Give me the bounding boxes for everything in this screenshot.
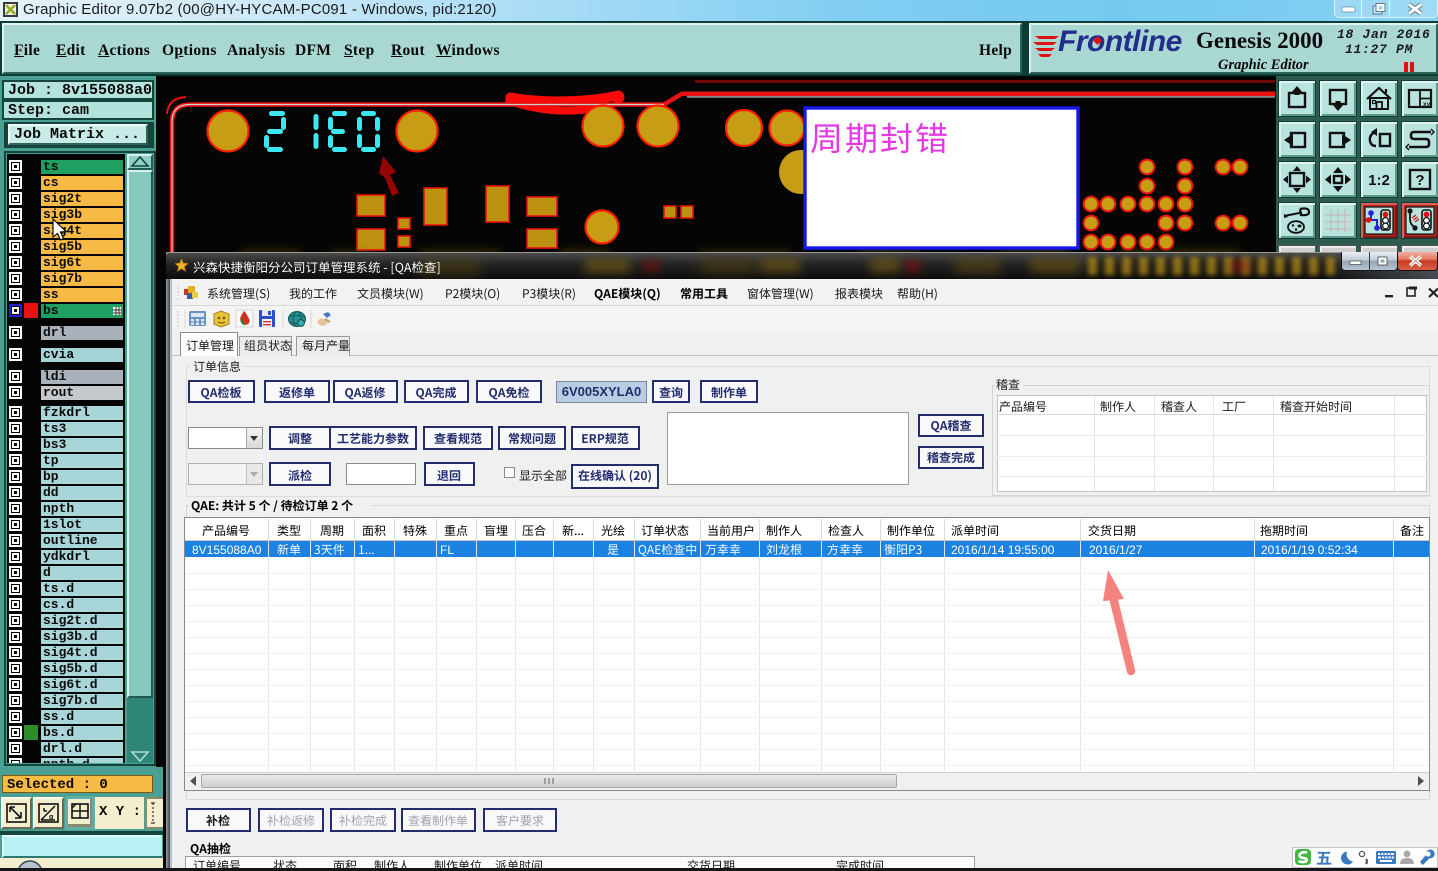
svg-text:xy: xy — [1423, 101, 1431, 108]
svg-text:?: ? — [1415, 172, 1424, 189]
svg-text:α: α — [49, 814, 54, 821]
svg-text:1:2: 1:2 — [1368, 172, 1390, 189]
